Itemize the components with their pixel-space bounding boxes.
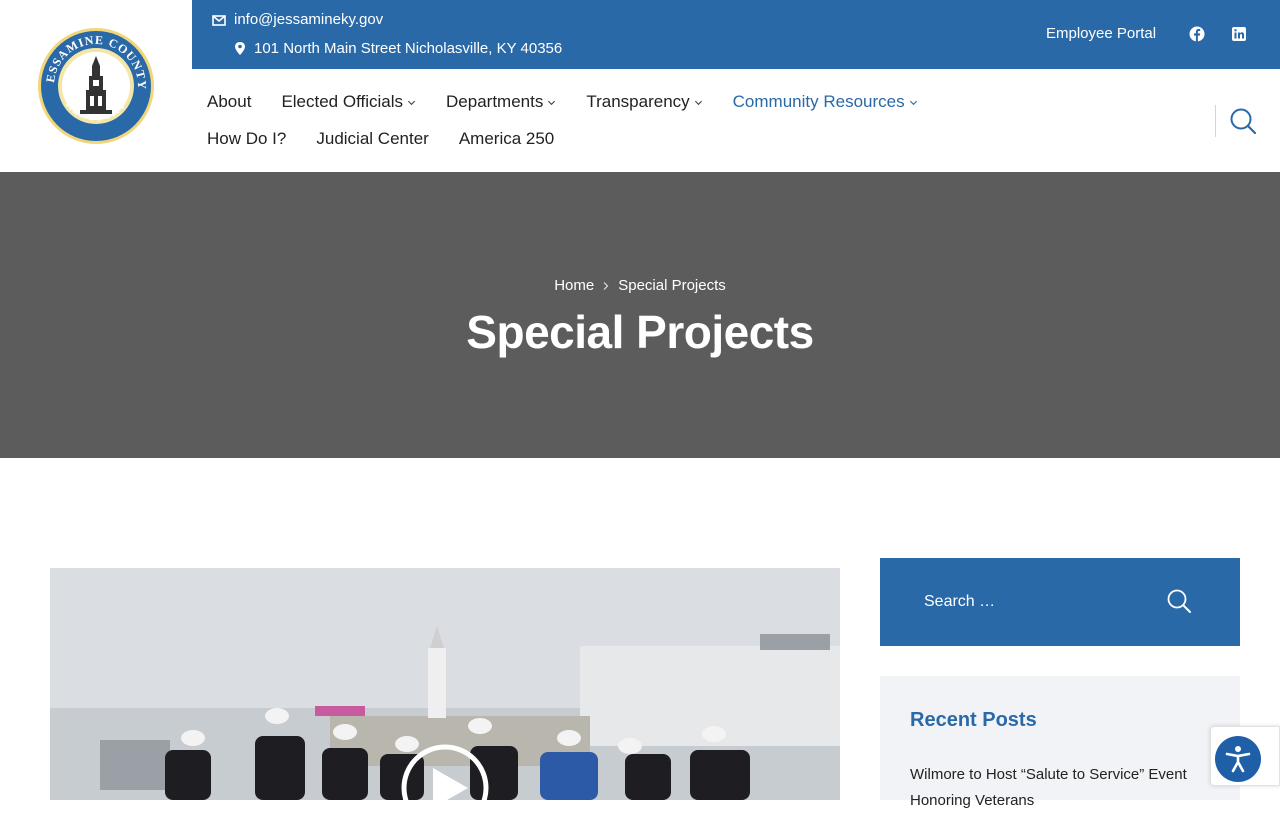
nav-label: Elected Officials — [281, 92, 404, 111]
recent-posts-title: Recent Posts — [910, 709, 1037, 731]
address-text: 101 North Main Street Nicholasville, KY … — [254, 40, 563, 57]
nav-item-america-250[interactable]: America 250 — [459, 129, 554, 149]
search-input[interactable] — [924, 588, 1164, 616]
address-link[interactable]: 101 North Main Street Nicholasville, KY … — [234, 40, 562, 57]
breadcrumb: Home Special Projects — [0, 277, 1280, 294]
page-title: Special Projects — [466, 306, 814, 358]
top-bar: info@jessamineky.gov 101 North Main Stre… — [192, 0, 1280, 69]
accessibility-icon — [1225, 746, 1251, 773]
county-seal-logo[interactable]: JESSAMINE COUNTY KENTUCKY — [0, 0, 192, 172]
email-text: info@jessamineky.gov — [234, 11, 384, 28]
nav-label: About — [207, 92, 252, 111]
nav-item-judicial-center[interactable]: Judicial Center — [316, 129, 428, 149]
main-navigation: About Elected Officials Departments Tran… — [207, 88, 967, 162]
nav-label: Judicial Center — [316, 129, 429, 148]
accessibility-button[interactable] — [1215, 736, 1261, 782]
nav-row-1: About Elected Officials Departments Tran… — [207, 88, 967, 116]
search-icon[interactable] — [1166, 588, 1192, 614]
facebook-icon[interactable] — [1189, 26, 1205, 42]
map-pin-icon — [235, 42, 245, 55]
search-icon[interactable] — [1228, 106, 1258, 136]
nav-item-about[interactable]: About — [207, 92, 251, 112]
nav-label: Community Resources — [732, 92, 905, 111]
nav-label: Departments — [446, 92, 544, 111]
chevron-down-icon — [407, 100, 416, 105]
envelope-icon — [212, 14, 226, 26]
nav-label: How Do I? — [207, 129, 287, 148]
chevron-down-icon — [694, 100, 702, 105]
nav-item-departments[interactable]: Departments — [446, 92, 556, 112]
page-hero: Home Special Projects Special Projects — [0, 172, 1280, 458]
recent-post-link[interactable]: Wilmore to Host “Salute to Service” Even… — [910, 762, 1210, 814]
employee-portal-link[interactable]: Employee Portal — [1046, 25, 1156, 42]
breadcrumb-home-link[interactable]: Home — [554, 277, 594, 294]
nav-label: America 250 — [458, 129, 555, 148]
chevron-down-icon — [548, 100, 556, 105]
featured-video-thumbnail[interactable] — [50, 568, 840, 800]
chevron-down-icon — [909, 100, 917, 105]
nav-item-community-resources[interactable]: Community Resources — [733, 92, 918, 112]
nav-item-transparency[interactable]: Transparency — [586, 92, 702, 112]
chevron-right-icon — [603, 281, 609, 290]
nav-label: Transparency — [586, 92, 690, 111]
breadcrumb-current: Special Projects — [618, 277, 726, 294]
nav-row-2: How Do I? Judicial Center America 250 — [207, 125, 967, 153]
email-link[interactable]: info@jessamineky.gov — [212, 11, 383, 28]
accessibility-widget[interactable] — [1210, 726, 1280, 786]
nav-item-elected-officials[interactable]: Elected Officials — [281, 92, 416, 112]
groundbreaking-photo — [50, 568, 840, 800]
linkedin-icon[interactable] — [1231, 26, 1247, 42]
nav-item-how-do-i[interactable]: How Do I? — [207, 129, 286, 149]
search-divider — [1215, 105, 1216, 137]
recent-posts-widget: Recent Posts Wilmore to Host “Salute to … — [880, 676, 1240, 809]
county-seal: JESSAMINE COUNTY KENTUCKY — [36, 26, 154, 144]
sidebar-search — [880, 558, 1240, 646]
